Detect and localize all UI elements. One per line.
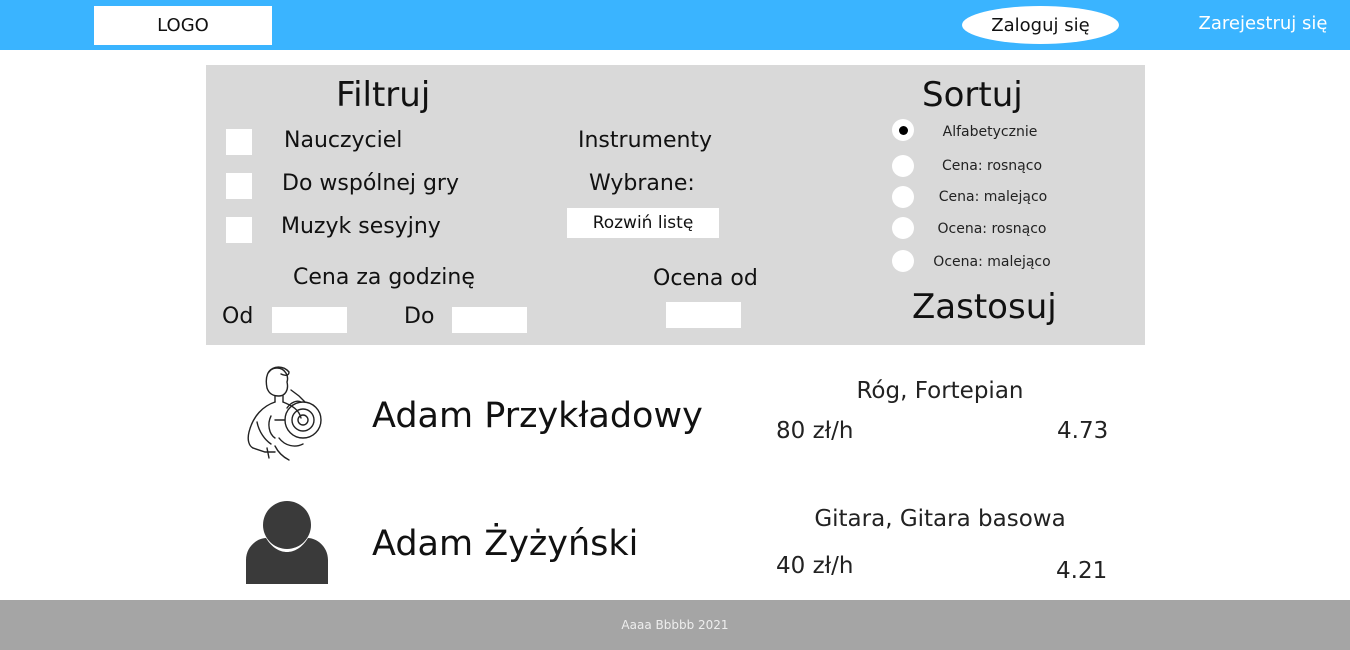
price-from-input[interactable] <box>272 307 347 333</box>
sort-radio-price-desc[interactable] <box>892 186 914 208</box>
sort-option-label: Cena: rosnąco <box>941 158 1043 174</box>
checkbox-jam-label: Do wspólnej gry <box>282 171 459 196</box>
result-rating: 4.21 <box>1056 558 1108 584</box>
price-to-input[interactable] <box>452 307 527 333</box>
rating-from-label: Ocena od <box>653 266 758 291</box>
result-instruments: Róg, Fortepian <box>856 378 1024 404</box>
checkbox-jam[interactable] <box>226 173 252 199</box>
sort-radio-alphabetical[interactable] <box>892 119 914 141</box>
footer: Aaaa Bbbbb 2021 <box>0 600 1350 650</box>
filter-title: Filtruj <box>336 75 431 115</box>
sort-option-label: Cena: malejąco <box>938 189 1048 205</box>
result-name[interactable]: Adam Przykładowy <box>372 396 703 436</box>
checkbox-teacher[interactable] <box>226 129 252 155</box>
result-name[interactable]: Adam Żyżyński <box>372 524 638 564</box>
sort-option-label: Ocena: rosnąco <box>937 221 1047 237</box>
top-navbar: LOGO Zaloguj się Zarejestruj się <box>0 0 1350 50</box>
apply-button[interactable]: Zastosuj <box>912 287 1057 327</box>
avatar-default-user <box>246 500 328 586</box>
sort-title: Sortuj <box>922 75 1023 115</box>
avatar-horn-player <box>245 362 329 462</box>
user-silhouette-icon <box>246 501 328 584</box>
sort-radio-rating-asc[interactable] <box>892 217 914 239</box>
register-link[interactable]: Zarejestruj się <box>1190 13 1336 34</box>
horn-player-drawing-icon <box>247 366 322 461</box>
filter-sort-panel: Filtruj Nauczyciel Do wspólnej gry Muzyk… <box>206 65 1145 345</box>
sort-option-label: Ocena: malejąco <box>933 254 1051 270</box>
checkbox-session-label: Muzyk sesyjny <box>281 214 441 239</box>
logo[interactable]: LOGO <box>94 6 272 45</box>
footer-text: Aaaa Bbbbb 2021 <box>621 618 729 632</box>
rating-from-input[interactable] <box>666 302 741 328</box>
price-per-hour-label: Cena za godzinę <box>293 265 475 290</box>
result-rating: 4.73 <box>1057 418 1109 444</box>
result-price: 80 zł/h <box>776 418 854 444</box>
price-from-label: Od <box>222 304 254 329</box>
instrument-dropdown[interactable]: Rozwiń listę <box>567 208 719 238</box>
sort-option-label: Alfabetycznie <box>942 124 1038 140</box>
selected-instruments-label: Wybrane: <box>589 171 695 196</box>
checkbox-teacher-label: Nauczyciel <box>284 128 403 153</box>
instruments-label: Instrumenty <box>578 128 713 153</box>
radio-selected-dot <box>898 125 908 135</box>
result-price: 40 zł/h <box>776 553 854 579</box>
checkbox-session[interactable] <box>226 217 252 243</box>
sort-radio-price-asc[interactable] <box>892 155 914 177</box>
result-instruments: Gitara, Gitara basowa <box>814 506 1066 532</box>
sort-radio-rating-desc[interactable] <box>892 250 914 272</box>
login-button[interactable]: Zaloguj się <box>962 6 1119 44</box>
price-to-label: Do <box>404 304 435 329</box>
